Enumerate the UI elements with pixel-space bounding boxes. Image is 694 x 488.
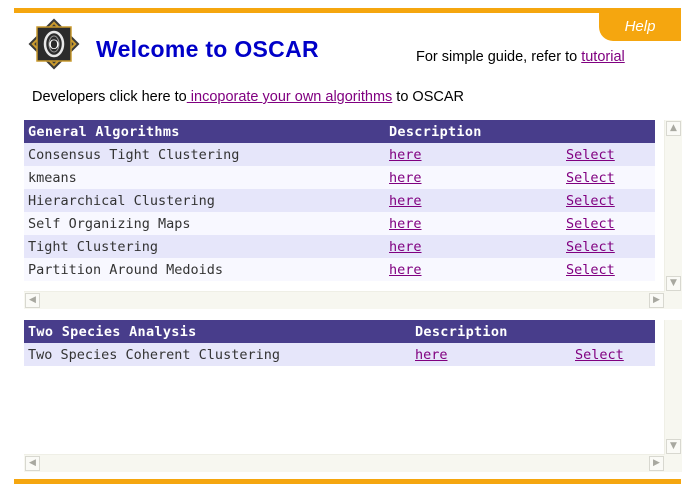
- vertical-scrollbar[interactable]: ▲ ▼: [664, 120, 682, 292]
- algorithm-name: Consensus Tight Clustering: [24, 143, 385, 166]
- scroll-right-arrow-icon[interactable]: ▶: [649, 456, 664, 471]
- table-row: Two Species Coherent Clustering here Sel…: [24, 343, 655, 366]
- developer-prefix: Developers click here to: [32, 89, 187, 105]
- table-row: Partition Around Medoids here Select: [24, 258, 655, 281]
- select-link[interactable]: Select: [566, 193, 615, 209]
- general-algorithms-table: General Algorithms Description Consensus…: [24, 120, 655, 281]
- column-header-description: Description: [385, 120, 562, 143]
- table-header-row: General Algorithms Description: [24, 120, 655, 143]
- scrollbar-corner: [665, 292, 682, 309]
- scroll-right-arrow-icon[interactable]: ▶: [649, 293, 664, 308]
- scroll-down-arrow-icon[interactable]: ▼: [666, 439, 681, 454]
- scrollbar-corner: [665, 455, 682, 472]
- algorithm-name: kmeans: [24, 166, 385, 189]
- developer-text: Developers click here to incoporate your…: [32, 89, 464, 105]
- vertical-scrollbar[interactable]: ▼: [664, 320, 682, 455]
- logo-letter: O: [49, 38, 60, 53]
- help-button[interactable]: Help: [599, 12, 681, 41]
- page-title: Welcome to OSCAR: [96, 36, 319, 62]
- oscar-logo: O: [28, 18, 80, 70]
- algorithm-name: Self Organizing Maps: [24, 212, 385, 235]
- select-link[interactable]: Select: [575, 347, 624, 363]
- scroll-up-arrow-icon[interactable]: ▲: [666, 121, 681, 136]
- bottom-accent-bar: [14, 479, 681, 484]
- description-link[interactable]: here: [415, 347, 448, 363]
- algorithm-name: Partition Around Medoids: [24, 258, 385, 281]
- horizontal-scrollbar[interactable]: ◀ ▶: [24, 454, 665, 472]
- select-link[interactable]: Select: [566, 262, 615, 278]
- algorithm-name: Hierarchical Clustering: [24, 189, 385, 212]
- column-header-description: Description: [411, 320, 571, 343]
- general-algorithms-frame: General Algorithms Description Consensus…: [24, 120, 682, 309]
- description-link[interactable]: here: [389, 170, 422, 186]
- incoporate-algorithms-link[interactable]: incoporate your own algorithms: [187, 89, 393, 105]
- scroll-down-arrow-icon[interactable]: ▼: [666, 276, 681, 291]
- select-link[interactable]: Select: [566, 170, 615, 186]
- select-link[interactable]: Select: [566, 239, 615, 255]
- top-accent-bar: [14, 8, 681, 13]
- two-species-table: Two Species Analysis Description Two Spe…: [24, 320, 655, 366]
- tutorial-link[interactable]: tutorial: [581, 49, 625, 65]
- table-row: Hierarchical Clustering here Select: [24, 189, 655, 212]
- description-link[interactable]: here: [389, 193, 422, 209]
- algorithm-name: Two Species Coherent Clustering: [24, 343, 411, 366]
- developer-suffix: to OSCAR: [392, 89, 464, 105]
- table-row: kmeans here Select: [24, 166, 655, 189]
- table-header-row: Two Species Analysis Description: [24, 320, 655, 343]
- table-row: Consensus Tight Clustering here Select: [24, 143, 655, 166]
- algorithm-name: Tight Clustering: [24, 235, 385, 258]
- guide-label: For simple guide, refer to: [416, 49, 582, 65]
- table-row: Tight Clustering here Select: [24, 235, 655, 258]
- select-link[interactable]: Select: [566, 216, 615, 232]
- guide-text: For simple guide, refer to tutorial: [416, 49, 625, 65]
- table-row: Self Organizing Maps here Select: [24, 212, 655, 235]
- description-link[interactable]: here: [389, 239, 422, 255]
- scroll-left-arrow-icon[interactable]: ◀: [25, 456, 40, 471]
- two-species-frame: Two Species Analysis Description Two Spe…: [24, 320, 682, 472]
- description-link[interactable]: here: [389, 216, 422, 232]
- select-link[interactable]: Select: [566, 147, 615, 163]
- horizontal-scrollbar[interactable]: ◀ ▶: [24, 291, 665, 309]
- description-link[interactable]: here: [389, 262, 422, 278]
- column-header-name: Two Species Analysis: [24, 320, 411, 343]
- column-header-select: [571, 320, 655, 343]
- description-link[interactable]: here: [389, 147, 422, 163]
- column-header-select: [562, 120, 655, 143]
- column-header-name: General Algorithms: [24, 120, 385, 143]
- scroll-left-arrow-icon[interactable]: ◀: [25, 293, 40, 308]
